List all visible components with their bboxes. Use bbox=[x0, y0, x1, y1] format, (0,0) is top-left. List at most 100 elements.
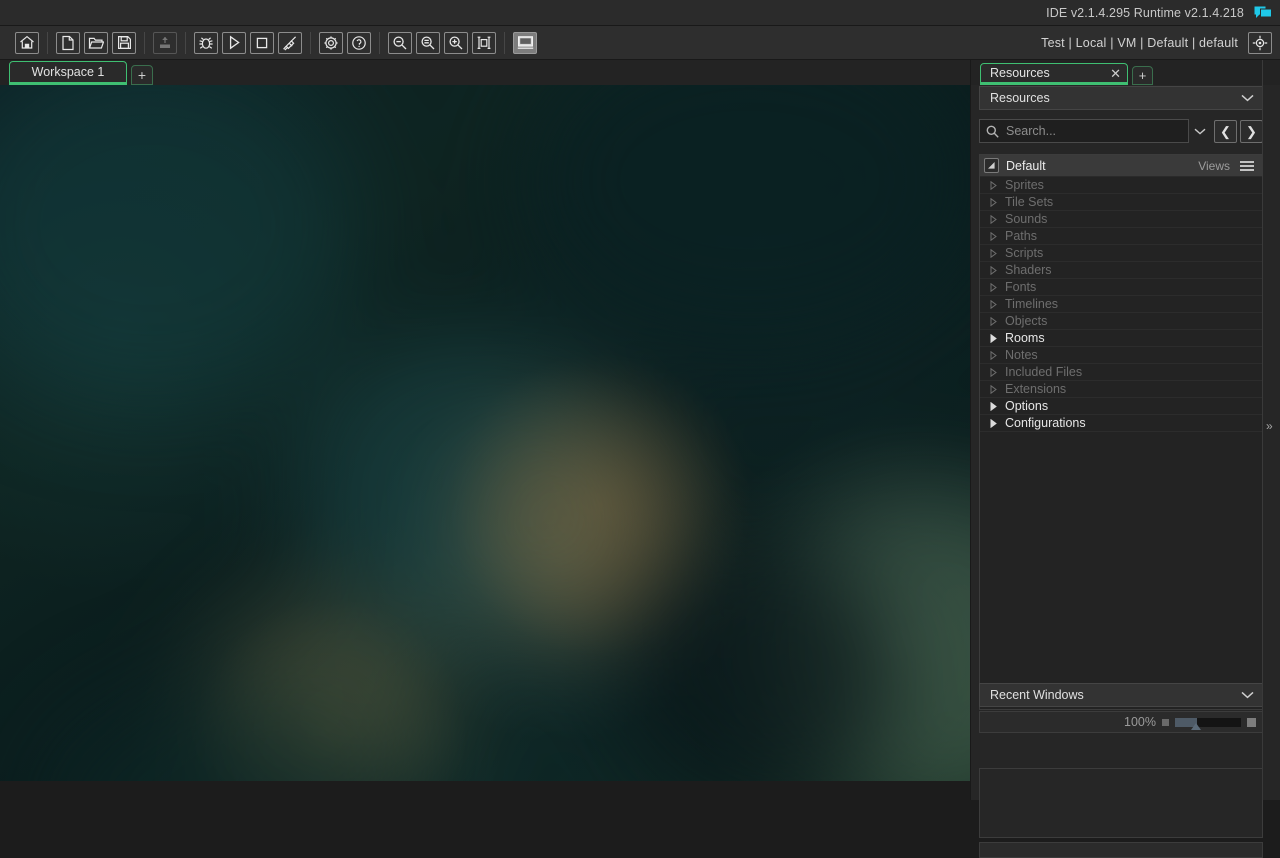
workspace-canvas[interactable] bbox=[0, 85, 970, 781]
chevron-right-icon[interactable] bbox=[986, 401, 1000, 411]
search-prev-button[interactable]: ❮ bbox=[1214, 119, 1237, 143]
add-dock-tab-button[interactable]: + bbox=[1132, 66, 1153, 85]
add-workspace-tab-label: + bbox=[137, 67, 147, 83]
zoom-slider-thumb[interactable] bbox=[1191, 722, 1201, 730]
tree-item-fonts[interactable]: Fonts bbox=[980, 279, 1262, 296]
new-project-button[interactable] bbox=[56, 31, 80, 54]
zoom-min-marker bbox=[1162, 718, 1169, 726]
recent-windows-header[interactable]: Recent Windows bbox=[979, 683, 1263, 707]
stop-button[interactable] bbox=[250, 31, 274, 54]
chevron-right-icon[interactable] bbox=[986, 265, 1000, 275]
search-input[interactable] bbox=[1006, 124, 1182, 138]
toolbar-group-run bbox=[192, 31, 304, 54]
tree-item-timelines[interactable]: Timelines bbox=[980, 296, 1262, 313]
tree-item-label: Sounds bbox=[1005, 212, 1048, 226]
dock-resize-rail[interactable] bbox=[1262, 60, 1263, 800]
canvas-background-blobs bbox=[0, 85, 970, 781]
tree-item-included-files[interactable]: Included Files bbox=[980, 364, 1262, 381]
tree-item-sprites[interactable]: Sprites bbox=[980, 177, 1262, 194]
chevron-right-icon[interactable] bbox=[986, 231, 1000, 241]
search-next-button[interactable]: ❯ bbox=[1240, 119, 1263, 143]
main-toolbar: Test | Local | VM | Default | default bbox=[0, 26, 1280, 60]
resources-dock-panel: Resources ✕ + Resources ❮ bbox=[970, 60, 1280, 858]
chevron-right-icon[interactable] bbox=[986, 197, 1000, 207]
recent-windows-list[interactable] bbox=[979, 768, 1263, 838]
dock-expand-button[interactable]: » bbox=[1266, 419, 1273, 433]
tree-item-options[interactable]: Options bbox=[980, 398, 1262, 415]
home-button[interactable] bbox=[15, 31, 39, 54]
chevron-right-icon[interactable] bbox=[986, 333, 1000, 343]
zoom-in-button[interactable] bbox=[444, 31, 468, 54]
tree-item-configurations[interactable]: Configurations bbox=[980, 415, 1262, 432]
dock-footer-bar bbox=[979, 842, 1263, 858]
views-label[interactable]: Views bbox=[1198, 159, 1230, 173]
preferences-button[interactable] bbox=[319, 31, 343, 54]
zoom-slider[interactable] bbox=[1175, 717, 1241, 730]
zoom-reset-button[interactable] bbox=[416, 31, 440, 54]
tree-zoom-bar[interactable]: 100% bbox=[979, 711, 1263, 733]
tree-item-extensions[interactable]: Extensions bbox=[980, 381, 1262, 398]
tree-item-tile-sets[interactable]: Tile Sets bbox=[980, 194, 1262, 211]
tree-item-label: Shaders bbox=[1005, 263, 1052, 277]
chevron-right-icon[interactable] bbox=[986, 248, 1000, 258]
workspace-tab-1[interactable]: Workspace 1 bbox=[9, 61, 127, 85]
open-folder-button[interactable] bbox=[84, 31, 108, 54]
help-button[interactable] bbox=[347, 31, 371, 54]
tree-item-paths[interactable]: Paths bbox=[980, 228, 1262, 245]
chevron-right-icon[interactable] bbox=[986, 214, 1000, 224]
view-folder-icon bbox=[984, 158, 999, 173]
chevron-right-icon[interactable] bbox=[986, 180, 1000, 190]
toolbar-group-home bbox=[13, 31, 41, 54]
run-configuration-label[interactable]: Test | Local | VM | Default | default bbox=[1041, 36, 1238, 50]
chevron-right-icon[interactable] bbox=[986, 282, 1000, 292]
add-dock-tab-label: + bbox=[1138, 68, 1147, 83]
tab-resources[interactable]: Resources ✕ bbox=[980, 63, 1128, 85]
tree-item-label: Scripts bbox=[1005, 246, 1044, 260]
add-workspace-tab-button[interactable]: + bbox=[131, 65, 153, 85]
chat-bubble-icon[interactable] bbox=[1254, 6, 1272, 20]
search-next-label: ❯ bbox=[1246, 123, 1257, 139]
resource-tree[interactable]: Default Views Sprites Tile Sets Sounds Path… bbox=[979, 154, 1263, 710]
chevron-right-icon[interactable] bbox=[986, 384, 1000, 394]
save-project-button[interactable] bbox=[112, 31, 136, 54]
search-prev-label: ❮ bbox=[1220, 123, 1231, 139]
layout-button[interactable] bbox=[513, 31, 537, 54]
tree-item-objects[interactable]: Objects bbox=[980, 313, 1262, 330]
tree-item-scripts[interactable]: Scripts bbox=[980, 245, 1262, 262]
search-box[interactable] bbox=[979, 119, 1189, 143]
search-options-dropdown[interactable] bbox=[1189, 119, 1211, 143]
chevron-right-icon[interactable] bbox=[986, 299, 1000, 309]
resources-section-title: Resources bbox=[990, 91, 1050, 105]
ide-version-label: IDE v2.1.4.295 Runtime v2.1.4.218 bbox=[1046, 5, 1244, 20]
zoom-to-fit-button[interactable] bbox=[472, 31, 496, 54]
run-button[interactable] bbox=[222, 31, 246, 54]
tree-item-rooms[interactable]: Rooms bbox=[980, 330, 1262, 347]
target-crosshair-icon[interactable] bbox=[1248, 31, 1272, 54]
tree-item-notes[interactable]: Notes bbox=[980, 347, 1262, 364]
clean-button[interactable] bbox=[278, 31, 302, 54]
resources-section-header[interactable]: Resources bbox=[979, 86, 1263, 110]
toolbar-group-file bbox=[54, 31, 138, 54]
tree-item-label: Options bbox=[1005, 399, 1049, 413]
hamburger-menu-icon[interactable] bbox=[1240, 160, 1254, 171]
toolbar-group-settings bbox=[317, 31, 373, 54]
chevron-right-icon[interactable] bbox=[986, 316, 1000, 326]
close-icon[interactable]: ✕ bbox=[1110, 67, 1121, 80]
search-row: ❮ ❯ bbox=[979, 117, 1263, 145]
chevron-right-icon[interactable] bbox=[986, 418, 1000, 428]
tree-item-label: Tile Sets bbox=[1005, 195, 1054, 209]
tree-item-label: Extensions bbox=[1005, 382, 1067, 396]
tree-item-shaders[interactable]: Shaders bbox=[980, 262, 1262, 279]
resource-tree-root-row[interactable]: Default Views bbox=[980, 155, 1262, 177]
workspace-tab-label: Workspace 1 bbox=[31, 65, 105, 79]
chevron-down-icon bbox=[1241, 94, 1254, 102]
resource-tree-root-label: Default bbox=[1006, 158, 1046, 173]
chevron-right-icon[interactable] bbox=[986, 350, 1000, 360]
zoom-out-button[interactable] bbox=[388, 31, 412, 54]
toolbar-group-layout bbox=[511, 31, 539, 54]
tree-item-sounds[interactable]: Sounds bbox=[980, 211, 1262, 228]
tree-item-label: Notes bbox=[1005, 348, 1038, 362]
chevron-right-icon[interactable] bbox=[986, 367, 1000, 377]
import-button[interactable] bbox=[153, 31, 177, 54]
debug-button[interactable] bbox=[194, 31, 218, 54]
